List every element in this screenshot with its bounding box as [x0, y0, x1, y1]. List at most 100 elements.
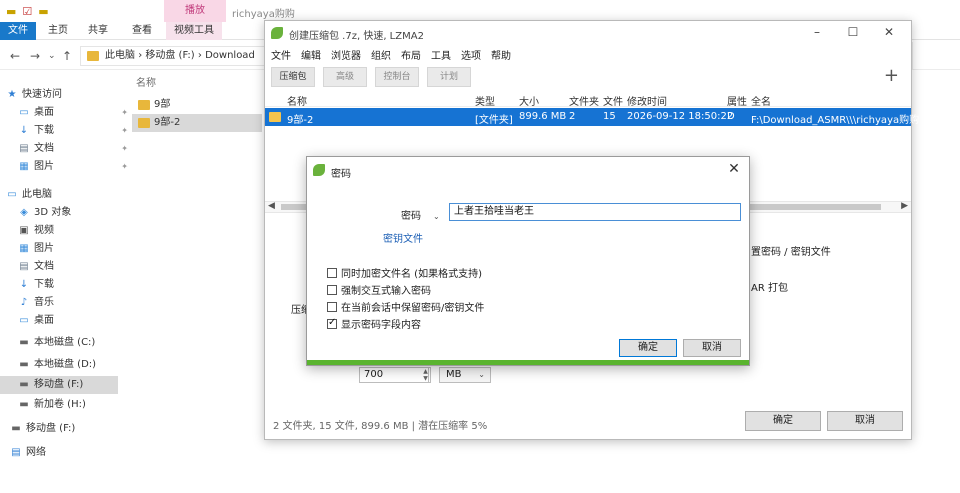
keep-password-session-checkbox[interactable]: 在当前会话中保留密码/密钥文件	[327, 299, 484, 314]
menu-tools[interactable]: 工具	[431, 47, 451, 62]
list-item[interactable]: 9部-2	[132, 114, 262, 132]
nav-item-drive-c[interactable]: ▬ 本地磁盘 (C:)	[18, 334, 138, 352]
column-header-attributes[interactable]: 属性	[727, 93, 747, 108]
explorer-search-area[interactable]	[912, 42, 960, 70]
nav-item-drive-d[interactable]: ▬ 本地磁盘 (D:)	[18, 356, 138, 374]
keyfile-link[interactable]: 密钥文件	[383, 230, 423, 245]
nav-item-documents-pinned[interactable]: ▤ 文档 ✦	[18, 140, 138, 158]
column-header-size[interactable]: 大小	[519, 93, 539, 108]
menu-layout[interactable]: 布局	[401, 47, 421, 62]
column-header-files[interactable]: 文件	[603, 93, 623, 108]
checkbox[interactable]	[327, 285, 337, 295]
ribbon-tab-share[interactable]: 共享	[80, 22, 116, 40]
explorer-titlebar: ▬ ☑ ▬ 播放 richyaya购购	[0, 0, 960, 22]
menu-file[interactable]: 文件	[271, 47, 291, 62]
address-part-pc[interactable]: 此电脑	[105, 50, 135, 61]
folder-icon[interactable]: ▬	[38, 5, 48, 18]
column-header-name[interactable]: 名称	[287, 93, 307, 108]
chevron-down-icon[interactable]: ⌄	[433, 212, 440, 221]
rar-pack-option-text[interactable]: AR 打包	[751, 279, 788, 294]
force-interactive-checkbox[interactable]: 强制交互式输入密码	[327, 282, 431, 297]
tab-schedule[interactable]: 计划	[427, 67, 471, 87]
window-title: richyaya购购	[232, 9, 295, 20]
menu-options[interactable]: 选项	[461, 47, 481, 62]
nav-item-documents[interactable]: ▤ 文档	[18, 258, 138, 276]
nav-item-pictures-pinned[interactable]: ▦ 图片 ✦	[18, 158, 138, 176]
nav-item-videos[interactable]: ▣ 视频	[18, 222, 138, 240]
ribbon-tab-file[interactable]: 文件	[0, 22, 36, 40]
password-input[interactable]: 上者王拾哇当老王	[449, 203, 741, 221]
archive-ok-button[interactable]: 确定	[745, 411, 821, 431]
nav-item-downloads-pinned[interactable]: ↓ 下载 ✦	[18, 122, 138, 140]
ribbon-tab-view[interactable]: 查看	[124, 22, 160, 40]
context-tab-play[interactable]: 播放	[164, 0, 226, 22]
close-icon[interactable]: ✕	[877, 25, 901, 39]
row-fullname: F:\Download_ASMR\\\richyaya购购	[751, 115, 920, 126]
desktop-icon: ▭	[19, 315, 29, 326]
archive-cancel-button[interactable]: 取消	[827, 411, 903, 431]
show-password-checkbox[interactable]: 显示密码字段内容	[327, 316, 421, 331]
ribbon-tab-video-tools[interactable]: 视频工具	[166, 22, 222, 40]
nav-item-drive-h[interactable]: ▬ 新加卷 (H:)	[18, 396, 138, 414]
nav-item-drive-f[interactable]: ▬ 移动盘 (F:)	[0, 376, 118, 394]
menu-organize[interactable]: 组织	[371, 47, 391, 62]
back-arrow-icon[interactable]: ←	[10, 49, 20, 63]
nav-item-3d-objects[interactable]: ◈ 3D 对象	[18, 204, 138, 222]
checkbox[interactable]	[327, 302, 337, 312]
column-header-folders[interactable]: 文件夹	[569, 93, 599, 108]
checkbox-icon[interactable]: ☑	[22, 5, 32, 18]
nav-item-quick-access[interactable]: ★ 快速访问	[6, 86, 126, 104]
archive-menubar: 文件 编辑 浏览器 组织 布局 工具 选项 帮助	[265, 45, 911, 62]
address-part-drive[interactable]: 移动盘 (F:)	[145, 50, 194, 61]
split-size-stepper[interactable]: ▲ ▼	[421, 367, 431, 383]
nav-item-network[interactable]: ▤ 网络	[10, 444, 130, 462]
column-header-modified[interactable]: 修改时间	[627, 93, 667, 108]
tab-console[interactable]: 控制台	[375, 67, 419, 87]
forward-arrow-icon[interactable]: →	[30, 49, 40, 63]
maximize-icon[interactable]: ☐	[841, 25, 865, 39]
tab-archive[interactable]: 压缩包	[271, 67, 315, 87]
menu-help[interactable]: 帮助	[491, 47, 511, 62]
password-cancel-button[interactable]: 取消	[683, 339, 741, 357]
checkbox[interactable]	[327, 268, 337, 278]
drive-icon: ▬	[19, 337, 29, 348]
password-ok-button[interactable]: 确定	[619, 339, 677, 357]
scroll-left-icon[interactable]: ◀	[268, 201, 275, 211]
menu-edit[interactable]: 编辑	[301, 47, 321, 62]
stepper-up-icon[interactable]: ▲	[423, 368, 428, 375]
set-password-option-text[interactable]: 置密码 / 密钥文件	[751, 243, 831, 258]
archive-grid-header: 名称 类型 大小 文件夹 文件 修改时间 属性 全名	[265, 91, 911, 108]
nav-item-this-pc[interactable]: ▭ 此电脑	[6, 186, 126, 204]
address-path[interactable]: 此电脑 › 移动盘 (F:) › Download	[80, 46, 280, 66]
nav-item-desktop-pinned[interactable]: ▭ 桌面 ✦	[18, 104, 138, 122]
up-arrow-icon[interactable]: ↑	[62, 49, 72, 63]
nav-item-pictures[interactable]: ▦ 图片	[18, 240, 138, 258]
row-type: [文件夹]	[475, 115, 513, 126]
ribbon-tab-home[interactable]: 主页	[40, 22, 76, 40]
stepper-down-icon[interactable]: ▼	[423, 375, 428, 382]
close-icon[interactable]: ✕	[725, 161, 743, 177]
nav-item-music[interactable]: ♪ 音乐	[18, 294, 138, 312]
status-text: 2 文件夹, 15 文件, 899.6 MB | 潜在压缩率 5%	[273, 421, 488, 432]
nav-item-downloads[interactable]: ↓ 下载	[18, 276, 138, 294]
column-header-name[interactable]: 名称	[136, 74, 156, 89]
minimize-icon[interactable]: –	[805, 25, 829, 39]
split-size-input[interactable]: 700	[359, 367, 429, 383]
table-row[interactable]: 9部-2 [文件夹] 899.6 MB 2 15 2026-09-12 18:5…	[265, 108, 919, 126]
scroll-right-icon[interactable]: ▶	[901, 201, 908, 211]
encrypt-filenames-checkbox[interactable]: 同时加密文件名 (如果格式支持)	[327, 265, 482, 280]
list-item[interactable]: 9部	[132, 96, 262, 114]
address-part-download[interactable]: Download	[205, 50, 255, 61]
nav-item-drive-f-root[interactable]: ▬ 移动盘 (F:)	[10, 420, 130, 438]
folder-icon[interactable]: ▬	[6, 5, 16, 18]
column-header-type[interactable]: 类型	[475, 93, 495, 108]
split-unit-select[interactable]: MB ⌄	[439, 367, 491, 383]
nav-item-desktop[interactable]: ▭ 桌面	[18, 312, 138, 330]
checkbox-checked[interactable]	[327, 317, 337, 329]
recent-chevron-icon[interactable]: ⌄	[48, 51, 56, 61]
add-icon[interactable]: +	[884, 65, 899, 86]
folder-icon	[87, 51, 99, 61]
tab-advanced[interactable]: 高级	[323, 67, 367, 87]
menu-browser[interactable]: 浏览器	[331, 47, 361, 62]
column-header-fullname[interactable]: 全名	[751, 93, 771, 108]
